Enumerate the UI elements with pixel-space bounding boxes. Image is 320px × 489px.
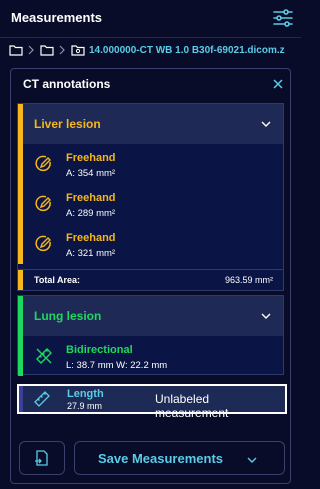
total-label: Total Area: <box>34 275 81 285</box>
total-value: 963.59 mm² <box>224 275 273 285</box>
item-color-bar <box>18 336 23 376</box>
group-name: Liver lesion <box>34 117 101 131</box>
document-export-icon <box>35 450 48 466</box>
item-value: A: 289 mm² <box>66 208 116 219</box>
group-lung-lesion: Lung lesion Bidirectional L: 38.7 mm W: … <box>17 295 284 376</box>
measurements-header: Measurements <box>0 0 301 37</box>
chevron-down-icon[interactable] <box>261 312 271 320</box>
group-header-liver-lesion[interactable]: Liver lesion <box>18 104 283 144</box>
measurement-name: Unlabeled measurement <box>155 392 229 420</box>
group-header-lung-lesion[interactable]: Lung lesion <box>18 296 283 336</box>
item-value: 27.9 mm <box>67 401 103 411</box>
item-value: L: 38.7 mm W: 22.2 mm <box>66 360 168 371</box>
close-icon[interactable] <box>273 79 283 89</box>
image-folder-icon[interactable] <box>71 44 85 56</box>
chevron-right-icon <box>59 45 65 55</box>
group-color-bar <box>18 296 23 336</box>
chevron-right-icon <box>28 45 34 55</box>
panel-title: CT annotations <box>23 77 111 91</box>
list-item[interactable]: Bidirectional L: 38.7 mm W: 22.2 mm <box>18 336 283 376</box>
item-value: A: 321 mm² <box>66 248 116 259</box>
annotations-panel: CT annotations Liver lesion Freehand A: … <box>10 68 291 484</box>
item-color-bar <box>18 270 23 290</box>
list-item[interactable]: Freehand A: 321 mm² <box>18 224 283 264</box>
ruler-cross-icon <box>36 348 52 364</box>
unlabeled-measurement[interactable]: Length 27.9 mm Unlabeled measurement <box>17 384 287 420</box>
header-title: Measurements <box>11 10 103 25</box>
export-button[interactable] <box>19 441 65 475</box>
group-color-bar <box>18 104 23 144</box>
chevron-down-icon[interactable] <box>247 456 257 464</box>
list-item[interactable]: Freehand A: 289 mm² <box>18 184 283 224</box>
item-label: Bidirectional <box>66 344 133 356</box>
item-label: Freehand <box>66 152 116 164</box>
save-label: Save Measurements <box>98 451 224 466</box>
item-label: Freehand <box>66 232 116 244</box>
list-item[interactable]: Freehand A: 354 mm² <box>18 144 283 184</box>
total-row: Total Area: 963.59 mm² <box>18 269 283 290</box>
freehand-pencil-icon <box>35 195 51 212</box>
group-name: Lung lesion <box>34 309 102 323</box>
folder-icon[interactable] <box>40 44 54 56</box>
breadcrumb-current[interactable]: 14.000000-CT WB 1.0 B30f-69021.dicom.z <box>89 45 285 56</box>
chevron-down-icon[interactable] <box>261 120 271 128</box>
ruler-icon <box>34 391 50 407</box>
breadcrumb: 14.000000-CT WB 1.0 B30f-69021.dicom.z <box>0 38 301 62</box>
sliders-icon[interactable] <box>272 7 294 29</box>
item-label: Length <box>67 388 104 400</box>
freehand-pencil-icon <box>35 155 51 172</box>
folder-icon[interactable] <box>9 44 23 56</box>
save-measurements-button[interactable]: Save Measurements <box>74 441 285 475</box>
item-label: Freehand <box>66 192 116 204</box>
item-color-bar <box>18 144 23 184</box>
group-liver-lesion: Liver lesion Freehand A: 354 mm² Freehan… <box>17 103 284 291</box>
item-color-bar <box>19 386 23 412</box>
item-color-bar <box>18 184 23 224</box>
item-value: A: 354 mm² <box>66 168 116 179</box>
item-color-bar <box>18 224 23 264</box>
freehand-pencil-icon <box>35 235 51 252</box>
